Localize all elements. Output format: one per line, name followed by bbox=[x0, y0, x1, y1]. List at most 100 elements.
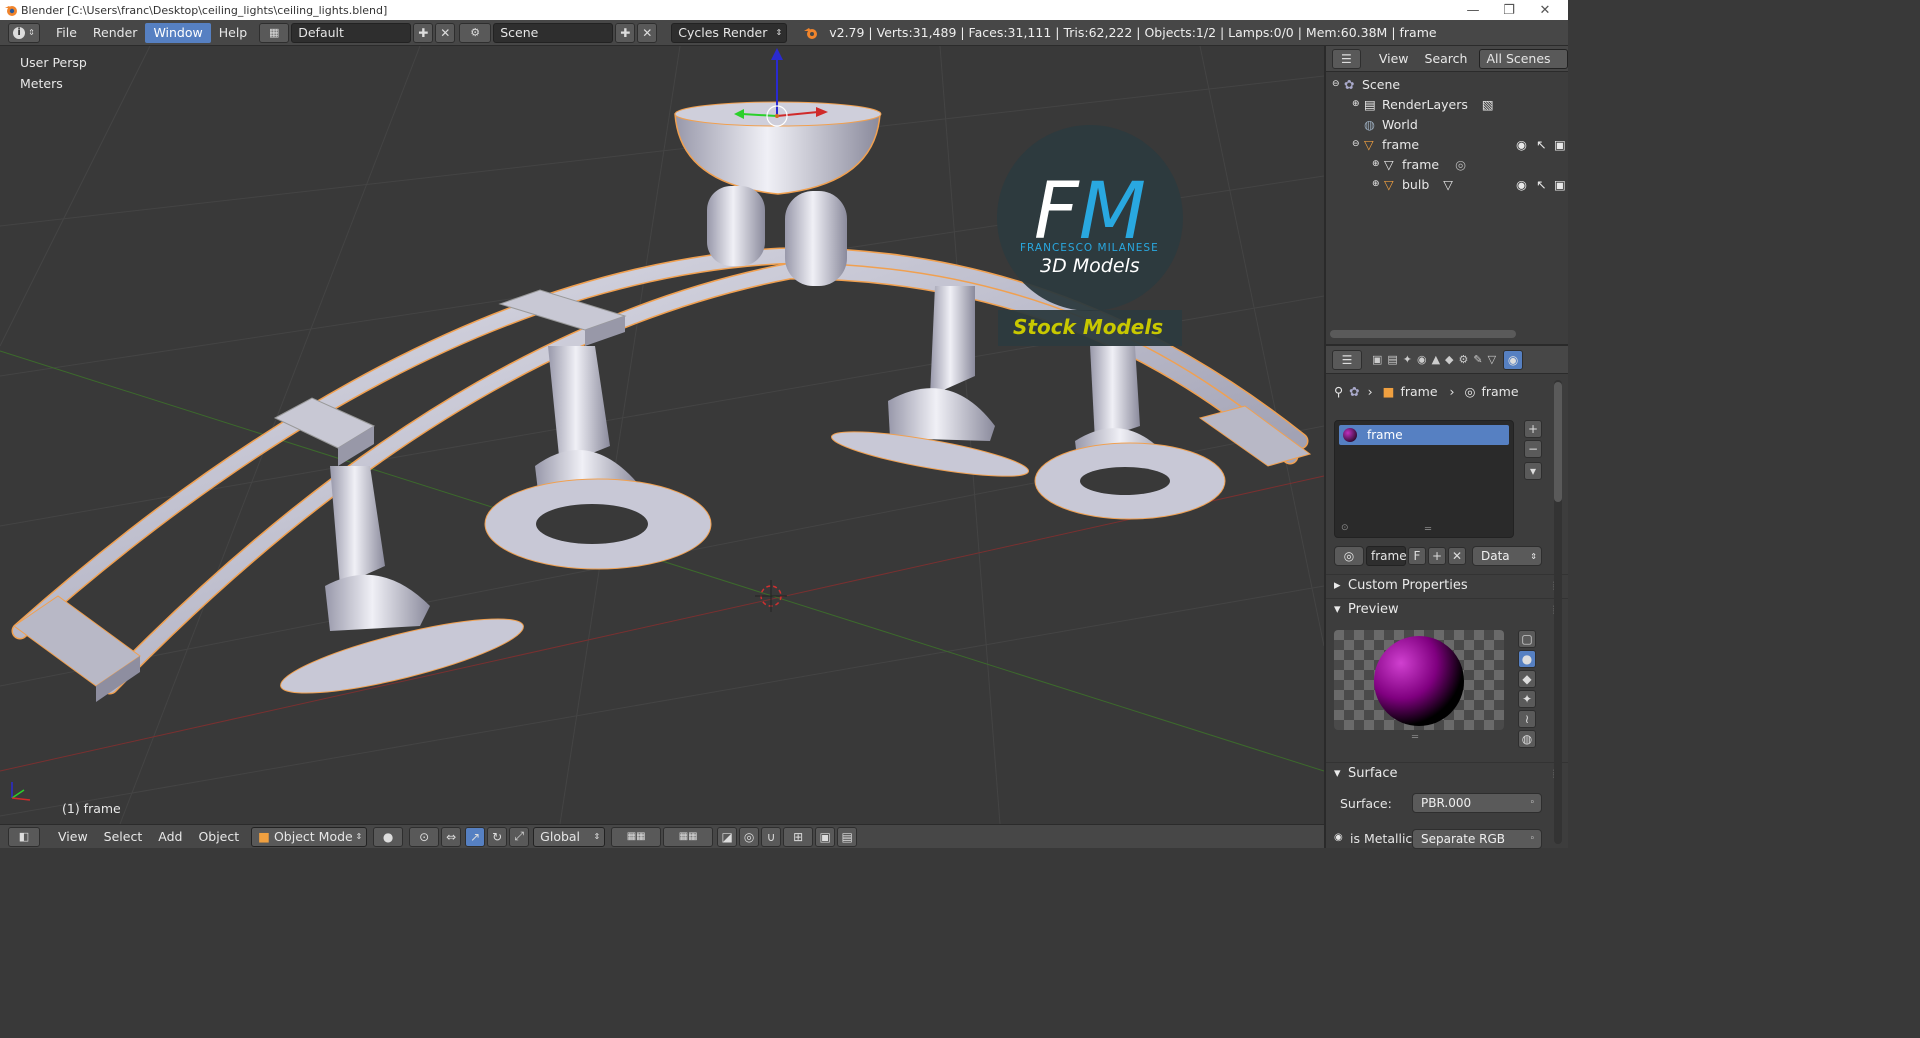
new-material-button[interactable]: + bbox=[1428, 547, 1446, 565]
outliner-row-bulb[interactable]: ⊕ ▽ bulb ▽ ◉ ↖ ▣ bbox=[1326, 174, 1568, 194]
3d-viewport[interactable]: FM User Persp Meters (1) frame FRANCESCO… bbox=[0, 46, 1324, 824]
custom-properties-panel-header[interactable]: ▸ Custom Properties ⁞⁞ bbox=[1326, 574, 1568, 596]
slot-specials-button[interactable]: ▾ bbox=[1524, 462, 1542, 480]
collapse-icon[interactable]: ⊖ bbox=[1332, 79, 1344, 89]
link-dropdown[interactable]: Data ⇕ bbox=[1472, 546, 1542, 566]
socket-icon[interactable]: ◉ bbox=[1334, 832, 1343, 843]
outliner-row-renderlayers[interactable]: ⊕ ▤ RenderLayers ▧ bbox=[1326, 94, 1568, 114]
eye-icon[interactable]: ◉ bbox=[1516, 137, 1527, 152]
add-screen-button[interactable]: ✚ bbox=[413, 22, 434, 43]
clapper-icon: ▤ bbox=[841, 829, 853, 844]
menu-add[interactable]: Add bbox=[150, 829, 190, 844]
outliner-row-world[interactable]: ◍ World bbox=[1326, 114, 1568, 134]
layers-grid-1[interactable]: ▦▦ bbox=[611, 826, 662, 847]
pivot-button[interactable]: ⊙ bbox=[409, 826, 440, 847]
metallic-input-field[interactable]: Separate RGB ◦ bbox=[1412, 829, 1542, 849]
menu-view[interactable]: View bbox=[50, 829, 96, 844]
outliner-search-menu[interactable]: Search bbox=[1417, 49, 1476, 69]
preview-cube-button[interactable]: ◆ bbox=[1518, 670, 1536, 688]
menu-render[interactable]: Render bbox=[85, 23, 146, 43]
menu-window[interactable]: Window bbox=[145, 22, 211, 43]
camera-icon[interactable]: ▣ bbox=[1554, 177, 1566, 192]
remove-screen-button[interactable]: ✕ bbox=[435, 22, 456, 43]
preview-panel-header[interactable]: ▾ Preview ⁞⁞ bbox=[1326, 598, 1568, 620]
outliner-filter-dropdown[interactable]: All Scenes bbox=[1479, 48, 1568, 69]
lock-layers-button[interactable]: ◪ bbox=[717, 826, 738, 847]
unlink-material-button[interactable]: ✕ bbox=[1448, 547, 1466, 565]
expand-icon[interactable]: ⊕ bbox=[1352, 99, 1364, 109]
translate-button[interactable]: ↗ bbox=[465, 826, 486, 847]
scene-icon-button[interactable]: ⚙ bbox=[459, 22, 492, 43]
editor-type-button[interactable]: ◧ bbox=[8, 826, 40, 847]
menu-file[interactable]: File bbox=[48, 23, 85, 43]
proportional-edit-button[interactable]: ◎ bbox=[739, 826, 760, 847]
preview-title: Preview bbox=[1348, 602, 1399, 617]
x-icon: ✕ bbox=[642, 25, 653, 40]
eye-icon[interactable]: ◉ bbox=[1516, 177, 1527, 192]
menu-select[interactable]: Select bbox=[96, 829, 151, 844]
triangle-down-icon: ▾ bbox=[1334, 766, 1341, 781]
resize-handle-icon[interactable]: ═ bbox=[1412, 732, 1418, 743]
plus-icon: ✚ bbox=[620, 25, 631, 40]
layers-icon: ▦▦ bbox=[626, 831, 646, 842]
viewport-canvas[interactable]: FM bbox=[0, 46, 1324, 824]
menu-help[interactable]: Help bbox=[211, 23, 256, 43]
preview-plane-button[interactable]: ▢ bbox=[1518, 630, 1536, 648]
close-button[interactable]: ✕ bbox=[1522, 0, 1568, 20]
material-slot-row[interactable]: frame bbox=[1339, 425, 1509, 445]
outliner-row-scene[interactable]: ⊖ ✿ Scene bbox=[1326, 74, 1568, 94]
surface-shader-field[interactable]: PBR.000 ◦ bbox=[1412, 793, 1542, 813]
resize-handle-icon[interactable]: ═ bbox=[1425, 524, 1431, 535]
properties-scrollbar[interactable] bbox=[1554, 380, 1562, 844]
scene-field[interactable]: Scene bbox=[493, 22, 614, 43]
cursor-icon[interactable]: ↖ bbox=[1536, 177, 1546, 192]
browse-material-button[interactable]: ◎ bbox=[1334, 546, 1364, 566]
snap-button[interactable]: ∪ bbox=[761, 826, 782, 847]
camera-icon[interactable]: ▣ bbox=[1554, 137, 1566, 152]
material-slot-list[interactable]: frame ⊙ ═ bbox=[1334, 420, 1514, 538]
outliner-view-menu[interactable]: View bbox=[1371, 49, 1417, 69]
add-scene-button[interactable]: ✚ bbox=[615, 22, 636, 43]
shading-button[interactable]: ● bbox=[373, 826, 404, 847]
preview-monkey-button[interactable]: ✦ bbox=[1518, 690, 1536, 708]
orientation-dropdown[interactable]: Global ⇕ bbox=[533, 826, 606, 847]
add-slot-button[interactable]: + bbox=[1524, 420, 1542, 438]
remove-scene-button[interactable]: ✕ bbox=[637, 22, 658, 43]
preview-sphere-button[interactable]: ● bbox=[1518, 650, 1536, 668]
outliner-editor-button[interactable]: ☰ bbox=[1332, 48, 1361, 69]
collapse-icon[interactable]: ⊖ bbox=[1352, 139, 1364, 149]
plus-icon: + bbox=[1527, 422, 1539, 436]
mode-dropdown[interactable]: ■ Object Mode ⇕ bbox=[251, 826, 368, 847]
properties-editor-button[interactable]: ☰ bbox=[1332, 349, 1362, 370]
cursor-icon[interactable]: ↖ bbox=[1536, 137, 1546, 152]
remove-slot-button[interactable]: − bbox=[1524, 440, 1542, 458]
render-engine-dropdown[interactable]: Cycles Render ⇕ bbox=[671, 22, 788, 43]
screen-layout-icon-button[interactable]: ▦ bbox=[259, 22, 290, 43]
material-name-field[interactable]: frame bbox=[1366, 546, 1407, 566]
surface-panel-header[interactable]: ▾ Surface ⁞⁞ bbox=[1326, 762, 1568, 784]
fake-user-button[interactable]: F bbox=[1408, 547, 1426, 565]
scene-icon: ⚙ bbox=[470, 26, 481, 39]
editor-type-button[interactable]: i ⇕ bbox=[8, 22, 40, 43]
screen-layout-field[interactable]: Default bbox=[291, 22, 412, 43]
render-animation-button[interactable]: ▤ bbox=[837, 826, 858, 847]
expand-icon[interactable]: ⊕ bbox=[1372, 159, 1384, 169]
outliner-scrollbar[interactable] bbox=[1330, 330, 1516, 338]
context-tabs-icons[interactable]: ▣▤✦◉▲◆⚙✎▽ bbox=[1372, 353, 1501, 366]
scale-button[interactable]: ⤢ bbox=[509, 826, 530, 847]
render-opengl-button[interactable]: ▣ bbox=[815, 826, 836, 847]
preview-sky-button[interactable]: ◍ bbox=[1518, 730, 1536, 748]
preview-hair-button[interactable]: ≀ bbox=[1518, 710, 1536, 728]
outliner-row-frame-mesh[interactable]: ⊕ ▽ frame ◎ bbox=[1326, 154, 1568, 174]
pin-icon[interactable]: ⚲ bbox=[1334, 384, 1343, 399]
expand-icon[interactable]: ⊕ bbox=[1372, 179, 1384, 189]
layers-grid-2[interactable]: ▦▦ bbox=[663, 826, 714, 847]
material-tab[interactable]: ◉ bbox=[1503, 349, 1524, 370]
surface-title: Surface bbox=[1348, 766, 1398, 781]
outliner-row-frame[interactable]: ⊖ ▽ frame ◉ ↖ ▣ bbox=[1326, 134, 1568, 154]
link-value: Data bbox=[1481, 549, 1510, 563]
snap-element-button[interactable]: ⊞ bbox=[783, 826, 814, 847]
menu-object[interactable]: Object bbox=[190, 829, 247, 844]
rotate-button[interactable]: ↻ bbox=[487, 826, 508, 847]
manipulator-toggle[interactable]: ⇔ bbox=[441, 826, 462, 847]
